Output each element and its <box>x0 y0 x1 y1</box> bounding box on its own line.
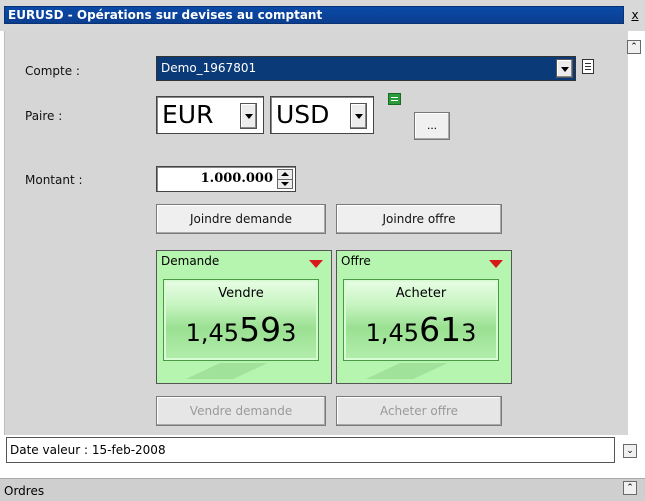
account-label: Compte : <box>25 64 80 78</box>
amount-input[interactable]: 1.000.000 <box>156 166 296 192</box>
orders-label: Ordres <box>4 484 45 498</box>
buy-button[interactable]: Acheter 1,45613 <box>343 279 499 361</box>
offer-quote-panel: Offre Acheter 1,45613 <box>336 250 512 384</box>
document-icon[interactable] <box>582 59 594 74</box>
join-bid-button[interactable]: Joindre demande <box>156 204 326 234</box>
offer-price: 1,45613 <box>344 310 498 349</box>
collapse-orders-button[interactable]: ⌃ <box>623 481 637 495</box>
bid-quote-panel: Demande Vendre 1,45593 <box>156 250 332 384</box>
bid-price-pips: 59 <box>239 310 282 349</box>
bid-trend-stripe <box>163 363 319 379</box>
collapse-panel-button[interactable]: ⌃ <box>627 40 641 54</box>
base-currency-value: EUR <box>162 100 214 129</box>
bid-price: 1,45593 <box>164 310 318 349</box>
title-bar: EURUSD - Opérations sur devises au compt… <box>0 0 645 31</box>
sell-bid-button[interactable]: Vendre demande <box>156 396 326 426</box>
sell-button[interactable]: Vendre 1,45593 <box>163 279 319 361</box>
offer-price-prefix: 1,45 <box>365 319 420 347</box>
sell-label: Vendre <box>218 286 264 301</box>
offer-trend-stripe <box>343 363 499 379</box>
offer-header: Offre <box>341 254 371 268</box>
amount-value: 1.000.000 <box>200 171 273 186</box>
value-date-text: Date valeur : 15-feb-2008 <box>10 443 166 457</box>
bid-price-prefix: 1,45 <box>185 319 240 347</box>
base-currency-chevron-icon[interactable] <box>240 103 257 129</box>
more-pairs-button[interactable]: ... <box>414 112 450 140</box>
base-currency-select[interactable]: EUR <box>156 96 264 134</box>
expand-details-button[interactable]: ⌄ <box>623 444 637 458</box>
bid-price-suffix: 3 <box>281 319 297 347</box>
quote-currency-chevron-icon[interactable] <box>350 103 367 129</box>
buy-label: Acheter <box>395 286 447 301</box>
down-arrow-icon <box>489 260 503 268</box>
quote-currency-value: USD <box>276 100 330 129</box>
account-dropdown-chevron-icon[interactable] <box>556 59 573 78</box>
stepper-down-icon[interactable] <box>278 179 292 188</box>
account-select[interactable]: Demo_1967801 <box>156 56 576 81</box>
down-arrow-icon <box>309 260 323 268</box>
buy-offer-button[interactable]: Acheter offre <box>336 396 502 426</box>
amount-label: Montant : <box>25 173 83 187</box>
join-offer-button[interactable]: Joindre offre <box>336 204 502 234</box>
account-value: Demo_1967801 <box>161 61 257 75</box>
amount-stepper[interactable] <box>277 169 293 189</box>
pair-label: Paire : <box>25 109 63 123</box>
window-title: EURUSD - Opérations sur devises au compt… <box>8 8 323 22</box>
stepper-up-icon[interactable] <box>278 170 292 179</box>
quote-currency-select[interactable]: USD <box>270 96 374 134</box>
bid-header: Demande <box>161 254 220 268</box>
swap-currency-icon[interactable] <box>388 93 401 105</box>
value-date-field: Date valeur : 15-feb-2008 <box>6 437 615 463</box>
orders-section-header[interactable]: Ordres <box>0 478 645 501</box>
title-bar-highlight[interactable]: EURUSD - Opérations sur devises au compt… <box>4 6 624 24</box>
close-icon[interactable]: x <box>629 8 641 22</box>
offer-price-suffix: 3 <box>461 319 477 347</box>
offer-price-pips: 61 <box>419 310 462 349</box>
